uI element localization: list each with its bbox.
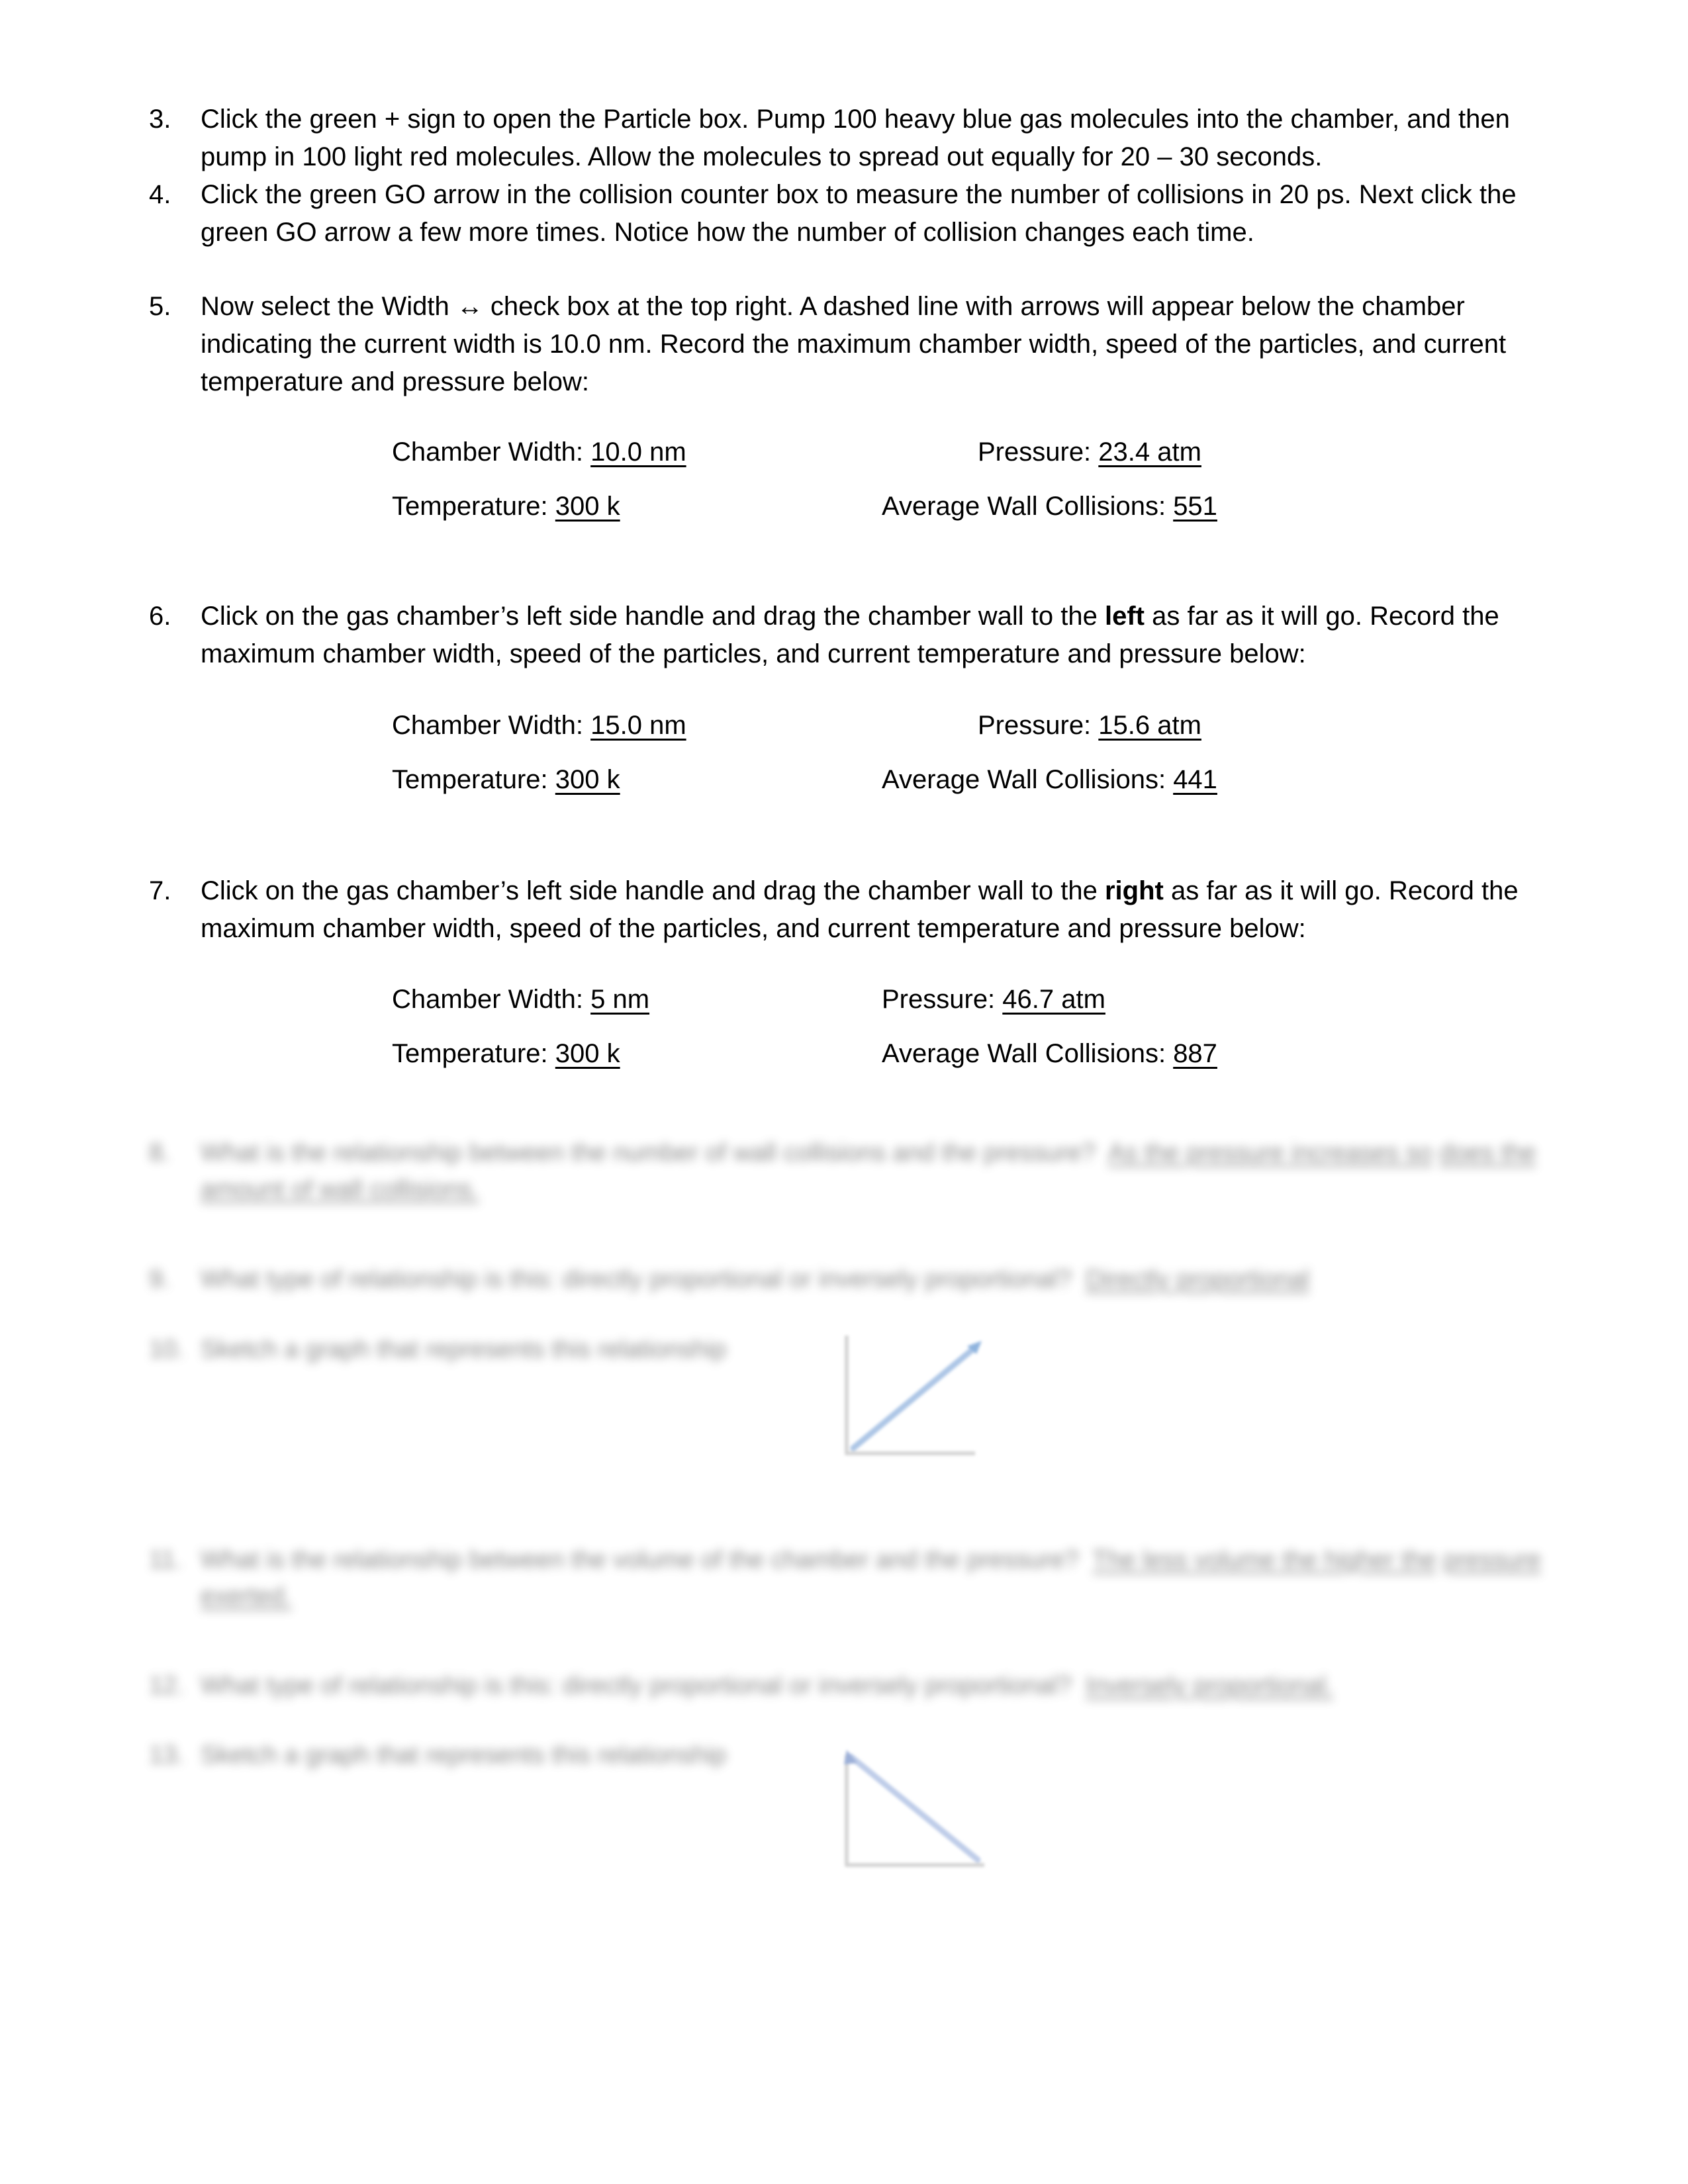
chamber-width-label: Chamber Width: [392,437,583,467]
pressure-label: Pressure: [882,985,996,1014]
measurement-row-width-trial-5: Chamber Width: 10.0 nm [392,435,686,469]
list-item-6: 6. Click on the gas chamber’s left side … [149,598,1552,673]
measurement-row-pressure-trial-6: Pressure: 15.6 atm [978,708,1201,743]
list-item-number: 13. [149,1741,184,1769]
list-item-number: 9. [149,1265,170,1293]
list-item-text-emphasis: left [1104,602,1145,631]
pressure-value[interactable]: 46.7 atm [1002,985,1105,1014]
trend-line [850,1344,978,1451]
trend-line [847,1753,981,1863]
chamber-width-value[interactable]: 15.0 nm [590,711,686,740]
collisions-value[interactable]: 441 [1173,765,1217,794]
answer-text-line1[interactable]: The less volume the higher the [1092,1546,1436,1574]
answer-text-line1[interactable]: Directly proportional [1086,1265,1309,1293]
pressure-label: Pressure: [978,437,1092,467]
measurement-row-collisions-trial-5: Average Wall Collisions: 551 [882,489,1217,523]
redacted-question-12: 12. What type of relationship is this: d… [149,1668,1552,1704]
chamber-width-label: Chamber Width: [392,985,583,1014]
list-item-number: 8. [149,1139,170,1167]
list-item-number: 3. [149,105,171,134]
list-item-4: 4. Click the green GO arrow in the colli… [149,176,1552,251]
list-item-text: Now select the Width ↔ check box at the … [201,292,1507,396]
list-item-number: 10. [149,1336,184,1363]
pressure-label: Pressure: [978,711,1092,740]
question-text: What is the relationship between the num… [201,1139,1096,1167]
list-item-number: 6. [149,602,171,631]
temperature-label: Temperature: [392,492,548,521]
list-item-text: What type of relationship is this: direc… [201,1261,1552,1298]
question-text: What type of relationship is this: direc… [201,1672,1072,1700]
pressure-value[interactable]: 15.6 atm [1098,711,1201,740]
sketch-graph-inverse [831,1734,1009,1886]
list-item-3: 3. Click the green + sign to open the Pa… [149,101,1552,176]
collisions-label: Average Wall Collisions: [882,765,1166,794]
collisions-value[interactable]: 887 [1173,1039,1217,1068]
list-item-text: Click the green + sign to open the Parti… [201,105,1510,171]
list-item-text: What type of relationship is this: direc… [201,1668,1552,1704]
list-item-text-emphasis: right [1104,876,1164,905]
list-item-number: 12. [149,1672,184,1700]
measurement-row-collisions-trial-7: Average Wall Collisions: 887 [882,1036,1217,1071]
answer-text-line1[interactable]: As the pressure increases so [1108,1139,1432,1167]
chamber-width-label: Chamber Width: [392,711,583,740]
answer-text-line1[interactable]: Inversely proportional. [1086,1672,1333,1700]
sketch-graph-direct [831,1330,1009,1476]
measurement-row-pressure-trial-7: Pressure: 46.7 atm [882,982,1105,1017]
pressure-value[interactable]: 23.4 atm [1098,437,1201,467]
list-item-7: 7. Click on the gas chamber’s left side … [149,872,1552,948]
list-item-number: 5. [149,292,171,321]
collisions-value[interactable]: 551 [1173,492,1217,521]
list-item-text: What is the relationship between the num… [201,1135,1552,1208]
list-item-text: What is the relationship between the vol… [201,1542,1552,1615]
graph-inverse-svg [844,1750,984,1867]
question-text: What is the relationship between the vol… [201,1546,1079,1574]
temperature-value[interactable]: 300 k [555,765,620,794]
redacted-question-8: 8. What is the relationship between the … [149,1135,1552,1208]
temperature-value[interactable]: 300 k [555,1039,620,1068]
temperature-value[interactable]: 300 k [555,492,620,521]
list-item-number: 7. [149,876,171,905]
collisions-label: Average Wall Collisions: [882,492,1166,521]
measurement-row-temperature-trial-7: Temperature: 300 k [392,1036,620,1071]
measurement-row-width-trial-6: Chamber Width: 15.0 nm [392,708,686,743]
redacted-question-11: 11. What is the relationship between the… [149,1542,1552,1615]
list-item-text: Click on the gas chamber’s left side han… [201,872,1552,948]
list-item-5: 5. Now select the Width ↔ check box at t… [149,288,1552,401]
measurement-row-collisions-trial-6: Average Wall Collisions: 441 [882,762,1217,797]
list-item-text: Click the green GO arrow in the collisio… [201,180,1517,247]
graph-direct-svg [845,1336,982,1455]
list-item-number: 4. [149,180,171,209]
worksheet-page: 3. Click the green + sign to open the Pa… [0,0,1688,2184]
measurement-row-temperature-trial-5: Temperature: 300 k [392,489,620,523]
question-text: What type of relationship is this: direc… [201,1265,1072,1293]
chamber-width-value[interactable]: 5 nm [590,985,649,1014]
measurement-row-temperature-trial-6: Temperature: 300 k [392,762,620,797]
collisions-label: Average Wall Collisions: [882,1039,1166,1068]
list-item-text: Click on the gas chamber’s left side han… [201,598,1552,673]
list-item-text-before: Click on the gas chamber’s left side han… [201,876,1105,905]
redacted-question-9: 9. What type of relationship is this: di… [149,1261,1552,1298]
measurement-row-pressure-trial-5: Pressure: 23.4 atm [978,435,1201,469]
temperature-label: Temperature: [392,765,548,794]
chamber-width-value[interactable]: 10.0 nm [590,437,686,467]
list-item-number: 11. [149,1546,183,1574]
measurement-row-width-trial-7: Chamber Width: 5 nm [392,982,649,1017]
temperature-label: Temperature: [392,1039,548,1068]
list-item-text-before: Click on the gas chamber’s left side han… [201,602,1105,631]
